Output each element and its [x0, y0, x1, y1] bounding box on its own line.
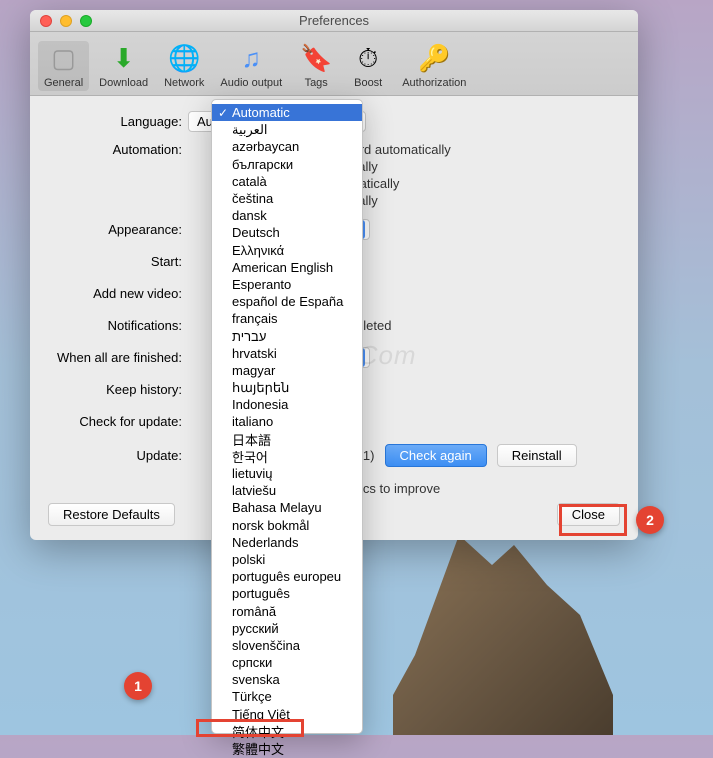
language-option[interactable]: հայերեն — [212, 379, 362, 396]
language-option[interactable]: hrvatski — [212, 345, 362, 362]
language-option[interactable]: العربية — [212, 121, 362, 138]
language-option[interactable]: português europeu — [212, 568, 362, 585]
general-icon: ▢ — [48, 43, 80, 75]
titlebar: Preferences — [30, 10, 638, 32]
language-option[interactable]: português — [212, 585, 362, 602]
language-option[interactable]: български — [212, 156, 362, 173]
language-option[interactable]: Deutsch — [212, 224, 362, 241]
language-option[interactable]: čeština — [212, 190, 362, 207]
language-option[interactable]: lietuvių — [212, 465, 362, 482]
desktop-rock — [393, 535, 613, 735]
toolbar-audio[interactable]: ♫ Audio output — [214, 41, 288, 91]
notifications-label: Notifications: — [50, 318, 188, 333]
language-option[interactable]: 日本語 — [212, 431, 362, 448]
language-option[interactable]: català — [212, 173, 362, 190]
appearance-label: Appearance: — [50, 222, 188, 237]
language-option[interactable]: română — [212, 602, 362, 619]
annotation-highlight-1 — [196, 719, 304, 737]
language-option[interactable]: norsk bokmål — [212, 517, 362, 534]
auth-icon: 🔑 — [418, 43, 450, 75]
language-option[interactable]: latviešu — [212, 482, 362, 499]
language-option[interactable]: svenska — [212, 671, 362, 688]
toolbar-network[interactable]: 🌐 Network — [158, 41, 210, 91]
automation-label: Automation: — [50, 142, 188, 157]
toolbar-boost[interactable]: ⏱ Boost — [344, 41, 392, 91]
reinstall-button[interactable]: Reinstall — [497, 444, 577, 467]
check-again-button[interactable]: Check again — [385, 444, 487, 467]
annotation-highlight-2 — [559, 504, 627, 536]
language-option[interactable]: Ελληνικά — [212, 242, 362, 259]
language-option[interactable]: Nederlands — [212, 534, 362, 551]
window-title: Preferences — [30, 13, 638, 28]
when-finished-label: When all are finished: — [50, 350, 188, 365]
toolbar-authorization[interactable]: 🔑 Authorization — [396, 41, 472, 91]
restore-defaults-button[interactable]: Restore Defaults — [48, 503, 175, 526]
language-label: Language: — [50, 114, 188, 129]
language-option[interactable]: azərbaycan — [212, 138, 362, 155]
language-option[interactable]: Türkçe — [212, 688, 362, 705]
download-icon: ⬇ — [108, 43, 140, 75]
language-option[interactable]: slovenščina — [212, 637, 362, 654]
language-option[interactable]: српски — [212, 654, 362, 671]
add-new-video-label: Add new video: — [50, 286, 188, 301]
language-option[interactable]: 한국어 — [212, 448, 362, 465]
language-dropdown-menu: ✓Automaticالعربيةazərbaycanбългарскиcata… — [211, 99, 363, 734]
toolbar-download[interactable]: ⬇ Download — [93, 41, 154, 91]
check-icon: ✓ — [218, 106, 228, 120]
language-option[interactable]: español de España — [212, 293, 362, 310]
language-option[interactable]: magyar — [212, 362, 362, 379]
keep-history-label: Keep history: — [50, 382, 188, 397]
tags-icon: 🔖 — [300, 43, 332, 75]
language-option[interactable]: Esperanto — [212, 276, 362, 293]
audio-icon: ♫ — [235, 43, 267, 75]
toolbar: ▢ General ⬇ Download 🌐 Network ♫ Audio o… — [30, 32, 638, 96]
language-option[interactable]: ✓Automatic — [212, 104, 362, 121]
toolbar-tags[interactable]: 🔖 Tags — [292, 41, 340, 91]
boost-icon: ⏱ — [352, 43, 384, 75]
language-option[interactable]: Bahasa Melayu — [212, 499, 362, 516]
language-option[interactable]: 繁體中文 — [212, 740, 362, 757]
toolbar-general[interactable]: ▢ General — [38, 41, 89, 91]
language-option[interactable]: dansk — [212, 207, 362, 224]
annotation-badge-2: 2 — [636, 506, 664, 534]
language-option[interactable]: français — [212, 310, 362, 327]
language-option[interactable]: Indonesia — [212, 396, 362, 413]
language-option[interactable]: italiano — [212, 413, 362, 430]
start-label: Start: — [50, 254, 188, 269]
language-option[interactable]: polski — [212, 551, 362, 568]
language-option[interactable]: русский — [212, 620, 362, 637]
language-option[interactable]: עברית — [212, 327, 362, 344]
network-icon: 🌐 — [168, 43, 200, 75]
annotation-badge-1: 1 — [124, 672, 152, 700]
check-update-label: Check for update: — [50, 414, 188, 429]
update-label: Update: — [50, 448, 188, 463]
language-option[interactable]: American English — [212, 259, 362, 276]
